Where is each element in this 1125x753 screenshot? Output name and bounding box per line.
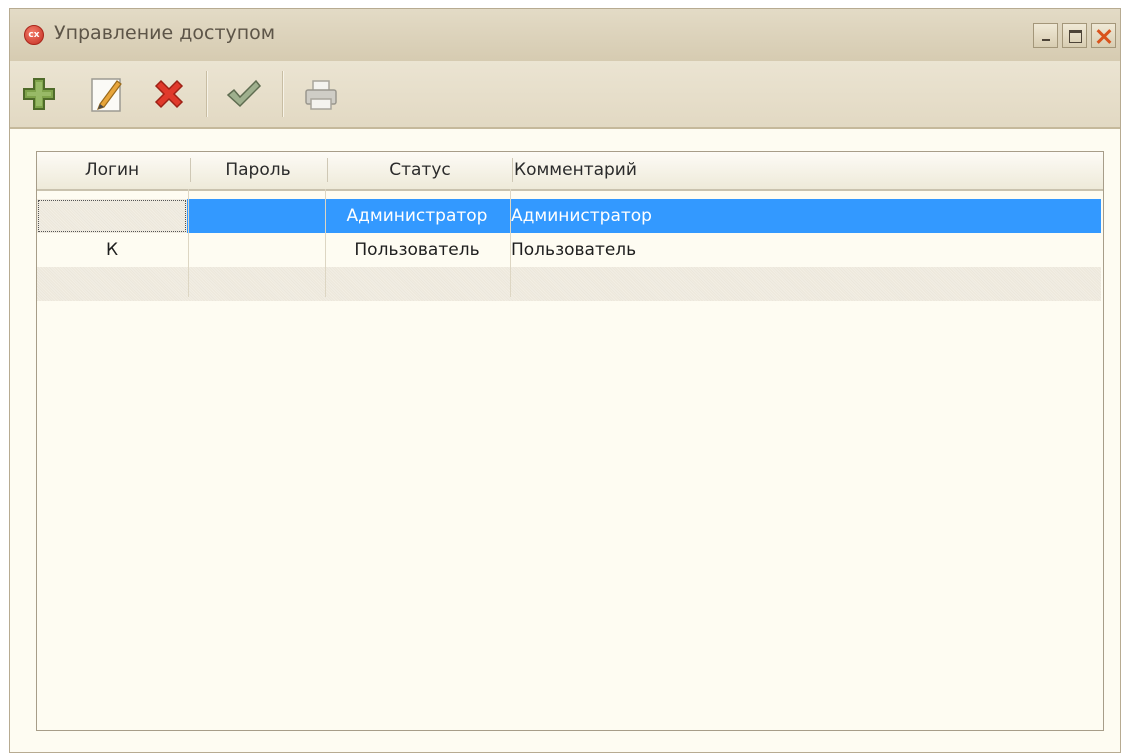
users-grid[interactable]: Логин Пароль Статус Комментарий Админист…: [36, 151, 1104, 731]
cell-login[interactable]: [37, 199, 187, 233]
access-management-window: cx Управление доступом Логин Пароль Стат…: [9, 8, 1121, 753]
cell-password[interactable]: [188, 233, 324, 267]
table-row[interactable]: Администратор Администратор: [37, 199, 1101, 233]
column-header-password[interactable]: Пароль: [191, 152, 325, 189]
close-button[interactable]: [1091, 23, 1116, 48]
plus-icon: [23, 78, 55, 110]
column-gridline: [325, 189, 326, 297]
checkmark-icon: [226, 79, 262, 108]
column-divider[interactable]: [512, 158, 513, 182]
cell-password[interactable]: [188, 199, 324, 233]
window-title: Управление доступом: [54, 22, 276, 44]
column-gridline: [510, 189, 511, 297]
new-row-placeholder[interactable]: [37, 267, 1101, 301]
x-icon: [154, 79, 184, 109]
pencil-icon: [91, 78, 122, 112]
column-header-login[interactable]: Логин: [37, 152, 187, 189]
cell-comment[interactable]: Пользователь: [511, 233, 1097, 267]
toolbar-separator: [282, 71, 284, 117]
apply-button[interactable]: [220, 71, 266, 117]
cell-comment[interactable]: Администратор: [511, 199, 1097, 233]
column-header-status[interactable]: Статус: [328, 152, 512, 189]
app-logo-icon: cx: [24, 25, 44, 45]
cell-status[interactable]: Администратор: [325, 199, 509, 233]
column-gridline: [188, 189, 189, 297]
toolbar: [10, 61, 1120, 129]
delete-button[interactable]: [146, 71, 192, 117]
cell-login[interactable]: К: [37, 233, 187, 267]
minimize-button[interactable]: [1033, 23, 1058, 48]
add-button[interactable]: [16, 71, 62, 117]
column-header-comment[interactable]: Комментарий: [514, 152, 1094, 189]
maximize-button[interactable]: [1062, 23, 1087, 48]
grid-header: Логин Пароль Статус Комментарий: [37, 152, 1103, 191]
toolbar-separator: [206, 71, 208, 117]
cell-status[interactable]: Пользователь: [325, 233, 509, 267]
table-row[interactable]: К Пользователь Пользователь: [37, 233, 1101, 267]
title-bar[interactable]: cx Управление доступом: [10, 9, 1120, 62]
edit-button[interactable]: [84, 71, 130, 117]
printer-icon: [305, 80, 337, 110]
print-button[interactable]: [298, 71, 344, 117]
